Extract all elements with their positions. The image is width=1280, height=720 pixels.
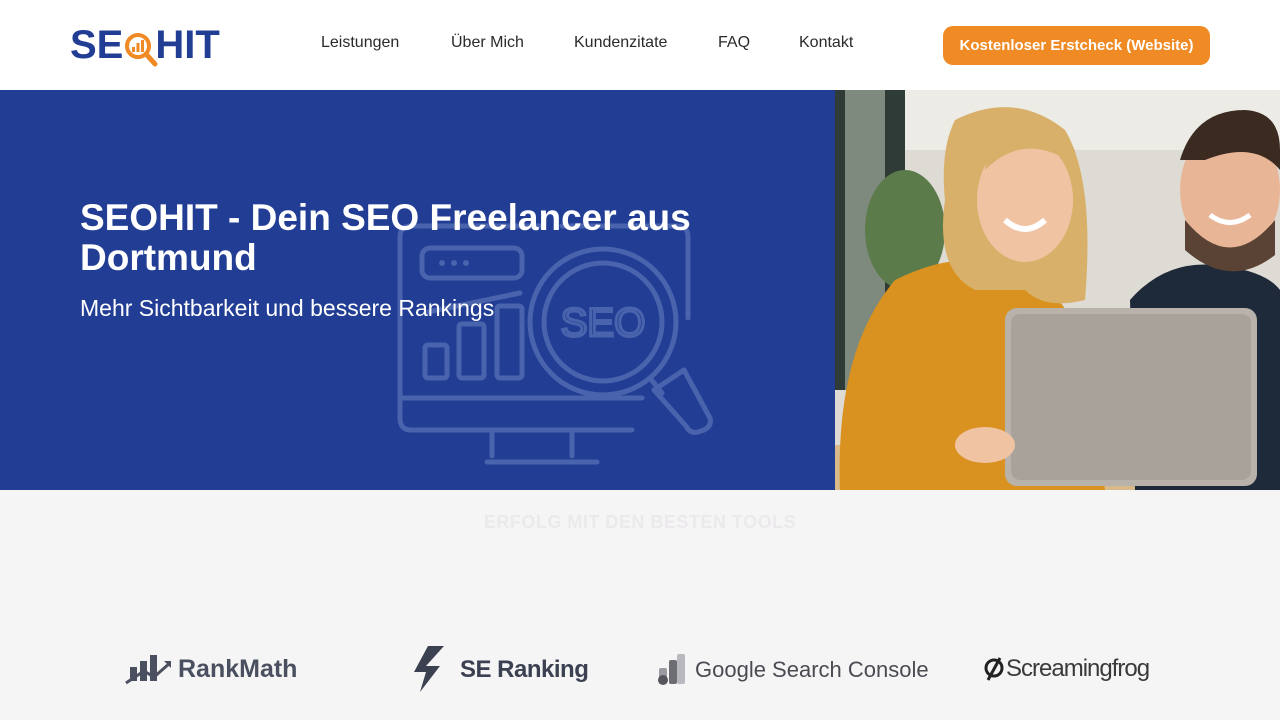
se-ranking-icon: [414, 646, 444, 692]
search-console-icon: [658, 654, 685, 685]
tool-rankmath: RankMath: [124, 653, 297, 685]
screamingfrog-icon: [984, 657, 1004, 681]
people-laptop-photo: [835, 90, 1280, 490]
nav-item-kundenzitate[interactable]: Kundenzitate: [574, 34, 667, 52]
site-header: SE HIT Leistungen Über Mich Kundenzitate…: [0, 0, 1280, 90]
tool-label: SE Ranking: [460, 656, 589, 683]
nav-item-ueber-mich[interactable]: Über Mich: [451, 34, 524, 52]
hero-section: SEO SEOHIT - Dein SEO Freelancer aus Dor…: [0, 90, 835, 490]
tools-heading: ERFOLG MIT DEN BESTEN TOOLS: [483, 512, 797, 532]
nav-item-faq[interactable]: FAQ: [718, 34, 750, 52]
tool-screamingfrog: Screamingfrog: [984, 654, 1150, 684]
tool-google-search-console: Google Search Console: [655, 654, 929, 686]
nav-item-kontakt[interactable]: Kontakt: [799, 34, 853, 52]
free-check-button[interactable]: Kostenloser Erstcheck (Website): [943, 26, 1210, 65]
tool-label: Google Search Console: [695, 657, 929, 682]
seo-illustration-text: SEO: [561, 301, 645, 345]
tool-se-ranking: SE Ranking: [414, 646, 589, 694]
tool-label: RankMath: [178, 654, 298, 683]
tool-label: Screamingfrog: [1006, 655, 1150, 682]
hero-title: SEOHIT - Dein SEO Freelancer aus Dortmun…: [80, 197, 691, 278]
nav-item-leistungen[interactable]: Leistungen: [321, 34, 399, 52]
hero-subtitle: Mehr Sichtbarkeit und bessere Rankings: [80, 295, 495, 321]
rankmath-icon: [125, 655, 171, 685]
